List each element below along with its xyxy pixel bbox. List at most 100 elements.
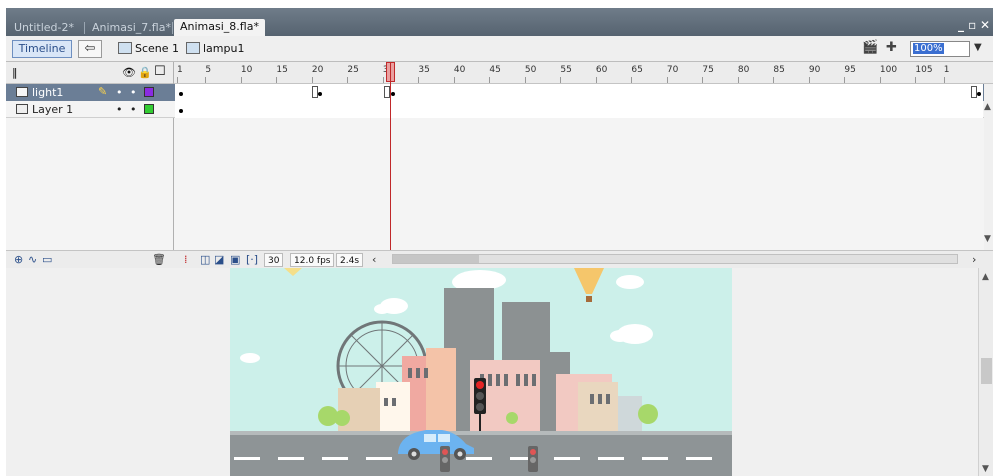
timeline-panel: ‖ 👁 🔒 ☐ 15101520253035404550556065707580… [6, 62, 993, 268]
onion-skin-icon[interactable]: ◫ [200, 253, 210, 266]
layer-label: light1 [32, 86, 64, 99]
restore-icon[interactable]: _ ▫ [958, 18, 976, 32]
back-arrow-icon[interactable]: ⇦ [78, 40, 102, 58]
ruler-tick-mark [240, 77, 242, 83]
frames-row-light1[interactable] [175, 84, 983, 101]
layer-name: light1 [16, 85, 63, 100]
keyframe[interactable] [318, 92, 322, 96]
add-motion-guide-icon[interactable]: ∿ [28, 253, 37, 266]
lock-dot[interactable]: • [130, 84, 137, 101]
ruler-tick-label: 65 [631, 65, 643, 75]
add-layer-icon[interactable]: ⊕ [14, 253, 23, 266]
ruler-tick-mark [524, 77, 526, 83]
frames-row-layer1[interactable] [175, 101, 983, 118]
edit-multiple-frames-icon[interactable]: ▣ [230, 253, 240, 266]
scroll-down-icon[interactable]: ▼ [982, 464, 989, 474]
scroll-right-icon[interactable]: › [972, 253, 976, 266]
layer-row-light1[interactable]: light1 ✎ • • [6, 84, 993, 101]
breadcrumb-scene[interactable]: Scene 1 [118, 40, 179, 58]
stage-area: ▲ ▼ [6, 268, 993, 476]
ruler-tick-label: 1 [177, 65, 183, 75]
ruler-tick-mark [560, 77, 562, 83]
layer-icon [16, 87, 28, 97]
ruler-tick-label: 100 [879, 65, 898, 75]
end-frame[interactable] [312, 86, 318, 98]
keyframe[interactable] [977, 92, 981, 96]
ruler-tick-mark [773, 77, 775, 83]
edit-scene-icon[interactable]: 🎬 [862, 40, 878, 58]
tab-animasi-7[interactable]: Animasi_7.fla* [86, 20, 177, 36]
playhead-line [390, 62, 391, 250]
keyframe[interactable] [391, 92, 395, 96]
scroll-down-icon[interactable]: ▼ [984, 234, 991, 244]
keyframe[interactable] [179, 109, 183, 113]
layer-label: Layer 1 [32, 103, 74, 116]
ruler-tick-mark [276, 77, 278, 83]
elapsed-time-readout: 2.4s [336, 253, 364, 267]
ruler-tick-mark [879, 77, 881, 83]
ruler-tick-mark [177, 77, 178, 83]
ruler-tick-mark [943, 77, 945, 83]
modify-markers-icon[interactable]: [·] [246, 253, 258, 266]
ruler-tick-label: 105 [915, 65, 933, 75]
chevron-down-icon[interactable]: ▼ [974, 42, 982, 53]
ruler-tick-mark [311, 77, 313, 83]
visibility-dot[interactable]: • [116, 84, 123, 101]
document-tab-bar: Untitled-2* Animasi_7.fla* Animasi_8.fla… [6, 8, 993, 36]
ruler-tick-label: 25 [347, 65, 359, 75]
frame-rate-readout[interactable]: 12.0 fps [290, 253, 335, 267]
ruler-tick-mark [489, 77, 491, 83]
ruler-tick-mark [347, 77, 349, 83]
trash-icon[interactable]: 🗑 [152, 253, 166, 266]
onion-skin-outlines-icon[interactable]: ◪ [214, 253, 224, 266]
tab-separator [84, 22, 85, 34]
stage-vertical-scrollbar[interactable]: ▲ ▼ [978, 268, 993, 476]
scroll-thumb[interactable] [981, 358, 992, 384]
scroll-up-icon[interactable]: ▲ [982, 272, 989, 282]
ruler-tick-label: 20 [311, 65, 324, 75]
symbol-label: lampu1 [203, 42, 245, 55]
outline-color-box[interactable] [144, 87, 154, 97]
end-frame[interactable] [971, 86, 977, 98]
ruler-tick-mark [666, 77, 668, 83]
stage-canvas[interactable] [230, 268, 732, 476]
document-window: Untitled-2* Animasi_7.fla* Animasi_8.fla… [6, 8, 993, 476]
close-icon[interactable]: ✕ [980, 18, 990, 32]
breadcrumb-symbol[interactable]: lampu1 [186, 40, 244, 58]
scroll-left-icon[interactable]: ‹ [372, 253, 376, 266]
traffic-light-icon [528, 446, 538, 472]
lock-dot[interactable]: • [130, 101, 137, 118]
edit-bar: Timeline ⇦ Scene 1 lampu1 🎬 ✚ 100% ▼ [6, 36, 993, 62]
tab-untitled-2[interactable]: Untitled-2* [8, 20, 80, 36]
ruler-tick-mark [453, 77, 455, 83]
ruler-tick-mark [205, 77, 207, 83]
zoom-input[interactable]: 100% [910, 41, 970, 57]
ruler-tick-label: 80 [737, 65, 750, 75]
keyframe[interactable] [179, 92, 183, 96]
outline-color-box[interactable] [144, 104, 154, 114]
scene-icon [118, 42, 132, 54]
timeline-button[interactable]: Timeline [12, 40, 72, 58]
layer-icon [16, 104, 28, 114]
ruler-tick-label: 50 [524, 65, 537, 75]
ruler-tick-label: 95 [844, 65, 856, 75]
ruler-tick-mark [844, 77, 846, 83]
scroll-thumb[interactable] [393, 255, 479, 263]
ruler-tick-label: 10 [240, 65, 253, 75]
frame-ruler[interactable]: 1510152025303540455055606570758085909510… [175, 62, 983, 84]
tab-animasi-8[interactable]: Animasi_8.fla* [174, 19, 265, 36]
center-frame-icon[interactable]: ⁞ [184, 253, 188, 266]
ruler-tick-label: 15 [276, 65, 288, 75]
ruler-tick-label: 55 [560, 65, 572, 75]
ruler-tick-label: 5 [205, 65, 212, 75]
scroll-up-icon[interactable]: ▲ [984, 102, 991, 112]
scene-label: Scene 1 [135, 42, 180, 55]
tab-separator [172, 22, 173, 34]
visibility-dot[interactable]: • [116, 101, 123, 118]
edit-symbols-icon[interactable]: ✚ [886, 40, 897, 58]
timeline-vertical-scrollbar[interactable]: ▲ ▼ [984, 84, 993, 250]
add-folder-icon[interactable]: ▭ [42, 253, 52, 266]
layer-row-layer1[interactable]: Layer 1 • • [6, 101, 993, 118]
ruler-tick-mark [808, 77, 810, 83]
timeline-horizontal-scrollbar[interactable] [392, 254, 958, 264]
